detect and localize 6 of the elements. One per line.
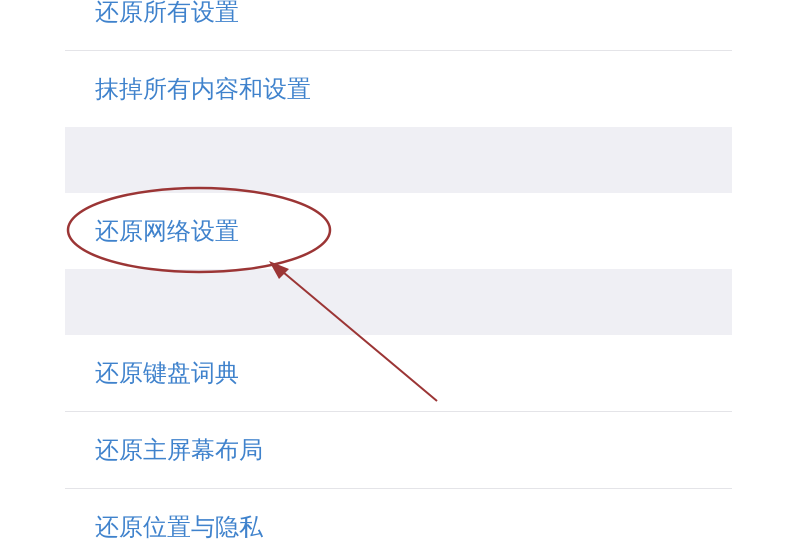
reset-option[interactable]: 抹掉所有内容和设置 [95,73,311,105]
reset-option[interactable]: 还原位置与隐私 [95,511,263,543]
reset-option[interactable]: 还原网络设置 [95,215,239,247]
reset-option[interactable]: 还原键盘词典 [95,357,239,389]
reset-option[interactable]: 还原主屏幕布局 [95,434,263,466]
reset-option[interactable]: 还原所有设置 [95,0,239,28]
